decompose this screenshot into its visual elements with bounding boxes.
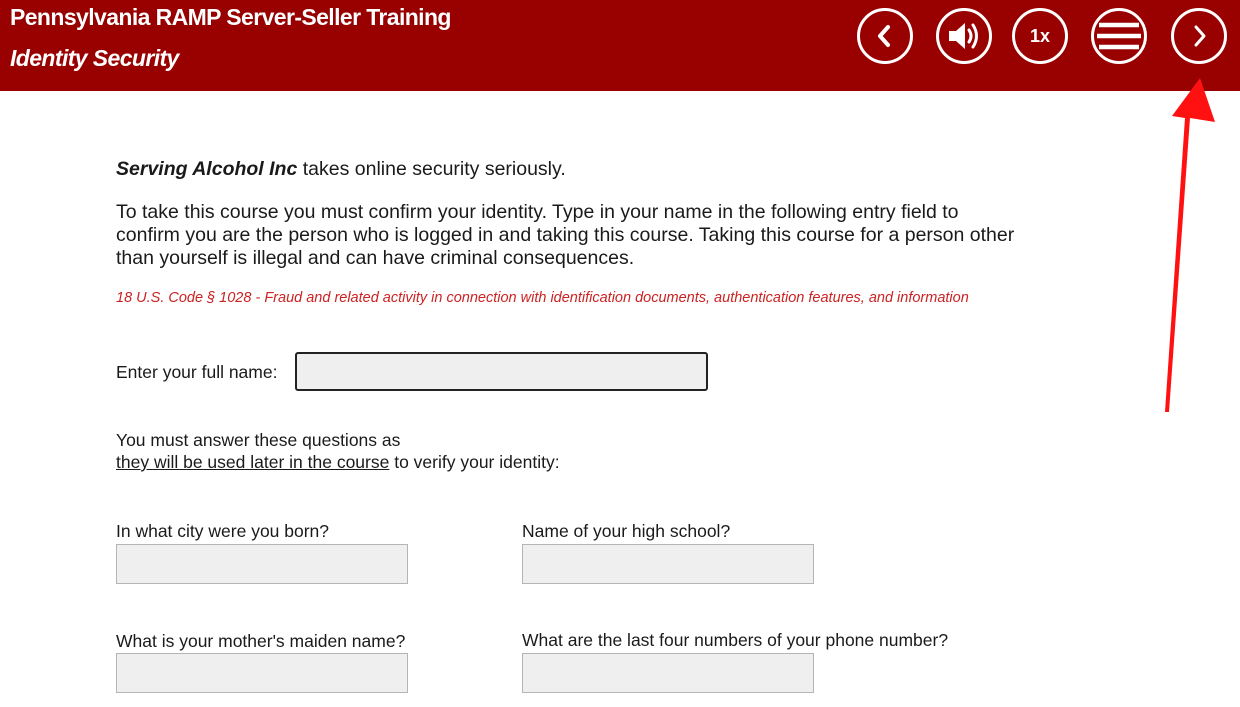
course-title: Pennsylvania RAMP Server-Seller Training xyxy=(10,4,451,30)
high-school-label: Name of your high school? xyxy=(522,521,731,541)
menu-button[interactable] xyxy=(1091,8,1147,64)
chevron-left-icon xyxy=(878,25,890,47)
company-name: Serving Alcohol Inc xyxy=(116,158,298,180)
playback-speed-button[interactable]: 1x xyxy=(1012,8,1068,64)
instructions-paragraph: To take this course you must confirm you… xyxy=(116,201,1014,270)
maiden-name-label: What is your mother's maiden name? xyxy=(116,631,406,651)
header-bar: Pennsylvania RAMP Server-Seller Training… xyxy=(0,0,1240,91)
arrow-shape xyxy=(1165,78,1215,412)
birth-city-input[interactable] xyxy=(116,544,408,584)
speed-label: 1x xyxy=(1029,25,1051,46)
questions-intro: You must answer these questions as they … xyxy=(116,429,560,473)
high-school-input[interactable] xyxy=(522,544,814,584)
menu-icon xyxy=(1097,22,1141,50)
security-statement-text: takes online security seriously. xyxy=(297,158,566,180)
questions-intro-line-1: You must answer these questions as xyxy=(116,430,401,450)
legal-citation: 18 U.S. Code § 1028 - Fraud and related … xyxy=(116,290,969,306)
phone-digits-input[interactable] xyxy=(522,653,814,693)
security-statement: Serving Alcohol Inc takes online securit… xyxy=(116,158,566,181)
full-name-input[interactable] xyxy=(295,352,708,391)
phone-digits-label: What are the last four numbers of your p… xyxy=(522,630,949,650)
instructions-line-3: than yourself is illegal and can have cr… xyxy=(116,247,635,269)
instructions-line-1: To take this course you must confirm you… xyxy=(116,201,959,223)
questions-intro-tail: to verify your identity: xyxy=(389,452,560,472)
full-name-label: Enter your full name: xyxy=(116,362,278,382)
birth-city-label: In what city were you born? xyxy=(116,521,330,541)
instructions-line-2: confirm you are the person who is logged… xyxy=(116,224,1015,246)
module-title: Identity Security xyxy=(10,45,179,71)
chevron-right-icon xyxy=(1194,25,1206,47)
maiden-name-input[interactable] xyxy=(116,653,408,693)
questions-info-link[interactable]: they will be used later in the course xyxy=(116,452,389,472)
next-button[interactable] xyxy=(1171,8,1227,64)
back-button[interactable] xyxy=(857,8,913,64)
speaker-icon xyxy=(949,23,978,49)
audio-button[interactable] xyxy=(936,8,992,64)
